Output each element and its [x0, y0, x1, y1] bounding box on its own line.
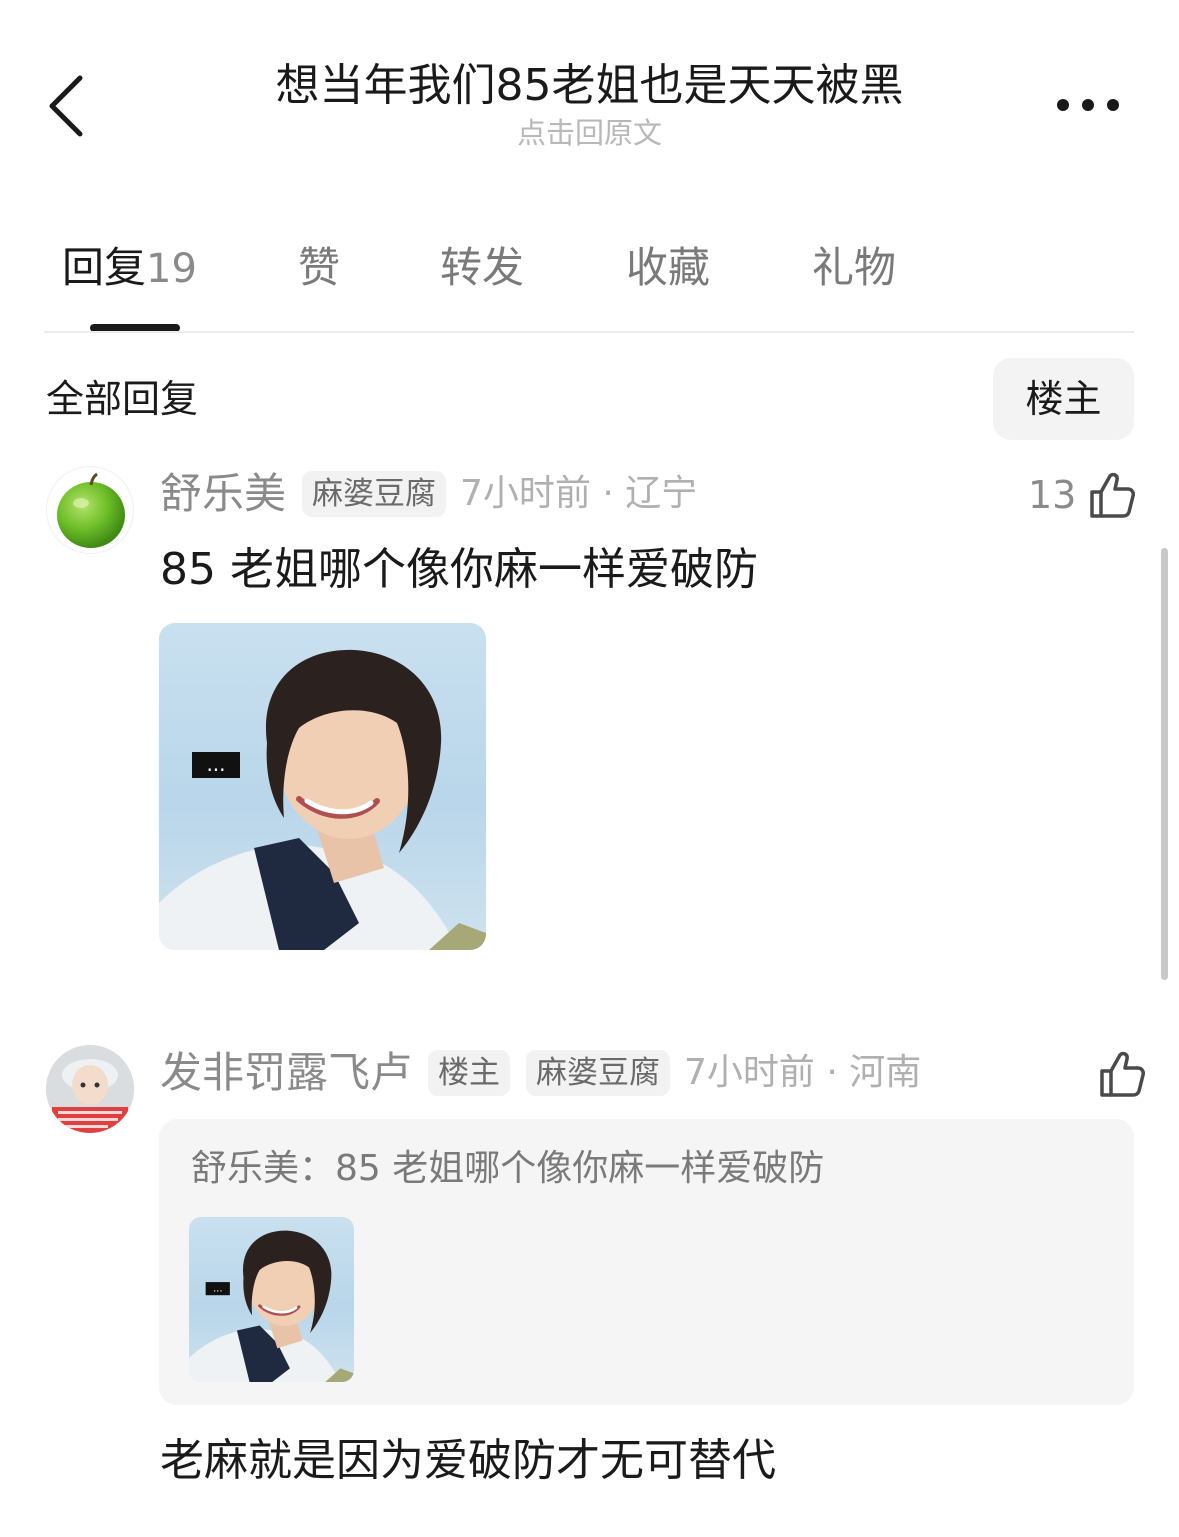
- thumbs-up-icon: [1090, 472, 1136, 518]
- scrollbar[interactable]: [1161, 548, 1168, 980]
- all-replies-heading: 全部回复: [46, 377, 199, 421]
- quoted-image[interactable]: ...: [189, 1217, 354, 1382]
- username[interactable]: 发非罚露飞卢: [160, 1046, 412, 1100]
- comment-image[interactable]: ...: [159, 623, 486, 950]
- tab-gifts[interactable]: 礼物: [812, 240, 896, 296]
- back-to-original-link[interactable]: 点击回原文: [200, 114, 979, 152]
- like-button[interactable]: [1086, 1046, 1146, 1102]
- tab-replies[interactable]: 回复19: [62, 240, 197, 297]
- like-button[interactable]: 13: [1028, 467, 1136, 523]
- tab-replies-label: 回复: [62, 243, 147, 292]
- user-badge: 麻婆豆腐: [526, 1050, 671, 1096]
- avatar[interactable]: [46, 1045, 134, 1133]
- comment-meta: 舒乐美 麻婆豆腐 7小时前 · 辽宁: [160, 467, 697, 521]
- like-count: 13: [1028, 473, 1077, 517]
- more-dots-icon: [1057, 99, 1119, 111]
- more-button[interactable]: [1052, 90, 1122, 120]
- girl-avatar-icon: [46, 1045, 134, 1133]
- chevron-left-icon: [49, 75, 83, 137]
- top-bar: 想当年我们85老姐也是天天被黑 点击回原文: [0, 0, 1179, 170]
- quote-author: 舒乐美：: [191, 1148, 336, 1189]
- quoted-comment[interactable]: 舒乐美：85 老姐哪个像你麻一样爱破防 ...: [159, 1119, 1134, 1405]
- back-button[interactable]: [40, 70, 100, 140]
- portrait-photo-icon: ...: [159, 649, 486, 950]
- comment-text: 老麻就是因为爱破防才无可替代: [160, 1435, 776, 1486]
- image-caption: ...: [206, 752, 225, 776]
- title-area[interactable]: 想当年我们85老姐也是天天被黑 点击回原文: [200, 58, 979, 152]
- post-title[interactable]: 想当年我们85老姐也是天天被黑: [200, 58, 979, 114]
- comment-meta: 发非罚露飞卢 楼主 麻婆豆腐 7小时前 · 河南: [160, 1046, 921, 1100]
- tab-favorites[interactable]: 收藏: [626, 240, 710, 296]
- divider: [44, 331, 1134, 333]
- quote-text: 85 老姐哪个像你麻一样爱破防: [335, 1148, 825, 1189]
- comment-text: 85 老姐哪个像你麻一样爱破防: [160, 544, 758, 595]
- tab-replies-count: 19: [146, 246, 197, 292]
- image-caption: ...: [213, 1284, 223, 1295]
- op-badge: 楼主: [428, 1050, 511, 1096]
- username[interactable]: 舒乐美: [160, 467, 286, 521]
- tab-bar: 回复19 赞 转发 收藏 礼物: [0, 230, 1179, 334]
- user-badge: 麻婆豆腐: [302, 471, 447, 517]
- time-location: 7小时前 · 河南: [684, 1052, 922, 1093]
- green-apple-avatar-icon: [57, 472, 125, 548]
- avatar[interactable]: [46, 466, 134, 554]
- quote-line: 舒乐美：85 老姐哪个像你麻一样爱破防: [191, 1145, 824, 1193]
- tab-reposts[interactable]: 转发: [440, 240, 524, 296]
- portrait-photo-icon: ...: [189, 1230, 354, 1382]
- time-location: 7小时前 · 辽宁: [460, 473, 698, 514]
- tab-likes[interactable]: 赞: [298, 240, 340, 296]
- op-only-filter-button[interactable]: 楼主: [993, 358, 1134, 440]
- thumbs-up-icon: [1100, 1051, 1145, 1097]
